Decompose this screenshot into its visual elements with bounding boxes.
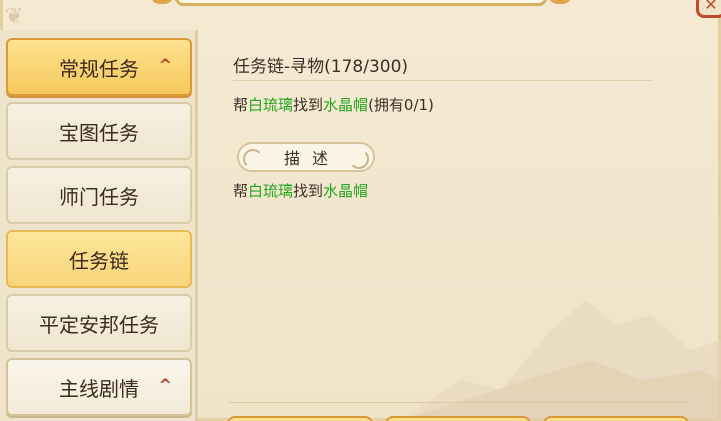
sidebar-item-label: 常规任务	[59, 56, 139, 81]
sidebar-item-label: 平定安邦任务	[39, 312, 159, 337]
sidebar-item-quest-chain[interactable]: 任务链	[6, 230, 192, 288]
corner-ornament-icon: ❦	[5, 4, 24, 29]
chevron-up-icon: ^	[158, 55, 172, 75]
close-button[interactable]: ✕	[696, 0, 721, 18]
sidebar-item-regular-quests[interactable]: 常规任务 ^	[6, 38, 192, 96]
action-button-2[interactable]	[385, 416, 531, 421]
action-button-1[interactable]	[227, 416, 373, 421]
sidebar-item-pacification[interactable]: 平定安邦任务	[6, 294, 192, 352]
sidebar-item-label: 师门任务	[59, 184, 139, 209]
goal-middle: 找到	[293, 96, 324, 114]
sidebar-item-sect-quests[interactable]: 师门任务	[6, 166, 192, 224]
title-bar	[175, 0, 547, 6]
goal-item-link[interactable]: 水晶帽	[323, 96, 368, 114]
quest-description: 帮白琉璃找到水晶帽	[233, 180, 368, 201]
description-header: 描述	[237, 142, 375, 172]
description-item-link[interactable]: 水晶帽	[323, 182, 368, 200]
bottom-divider	[229, 402, 689, 403]
sidebar-item-main-story[interactable]: 主线剧情 ^	[6, 358, 192, 416]
sidebar-item-treasure-map[interactable]: 宝图任务	[6, 102, 192, 160]
quest-title: 任务链-寻物(178/300)	[233, 57, 409, 77]
sidebar-item-label: 宝图任务	[59, 120, 139, 145]
sidebar-item-label: 主线剧情	[59, 376, 139, 401]
description-middle: 找到	[293, 182, 324, 200]
description-prefix: 帮	[233, 182, 249, 200]
sidebar-item-label: 任务链	[69, 248, 129, 273]
goal-npc-link[interactable]: 白琉璃	[248, 96, 293, 114]
close-icon: ✕	[704, 0, 718, 14]
description-label: 描述	[283, 149, 340, 168]
quest-detail-panel: 任务链-寻物(178/300) 帮白琉璃找到水晶帽(拥有0/1) 描述 帮白琉璃…	[201, 30, 721, 421]
description-npc-link[interactable]: 白琉璃	[248, 182, 293, 200]
goal-prefix: 帮	[233, 96, 249, 114]
title-divider	[233, 80, 653, 81]
goal-progress: (拥有0/1)	[368, 96, 434, 114]
quest-category-sidebar: 常规任务 ^ 宝图任务 师门任务 任务链 平定安邦任务 主线剧情 ^	[0, 30, 198, 421]
chevron-up-icon: ^	[158, 375, 172, 395]
mountain-background-image	[401, 300, 721, 420]
quest-goal: 帮白琉璃找到水晶帽(拥有0/1)	[233, 94, 434, 115]
action-button-3[interactable]	[543, 416, 689, 421]
